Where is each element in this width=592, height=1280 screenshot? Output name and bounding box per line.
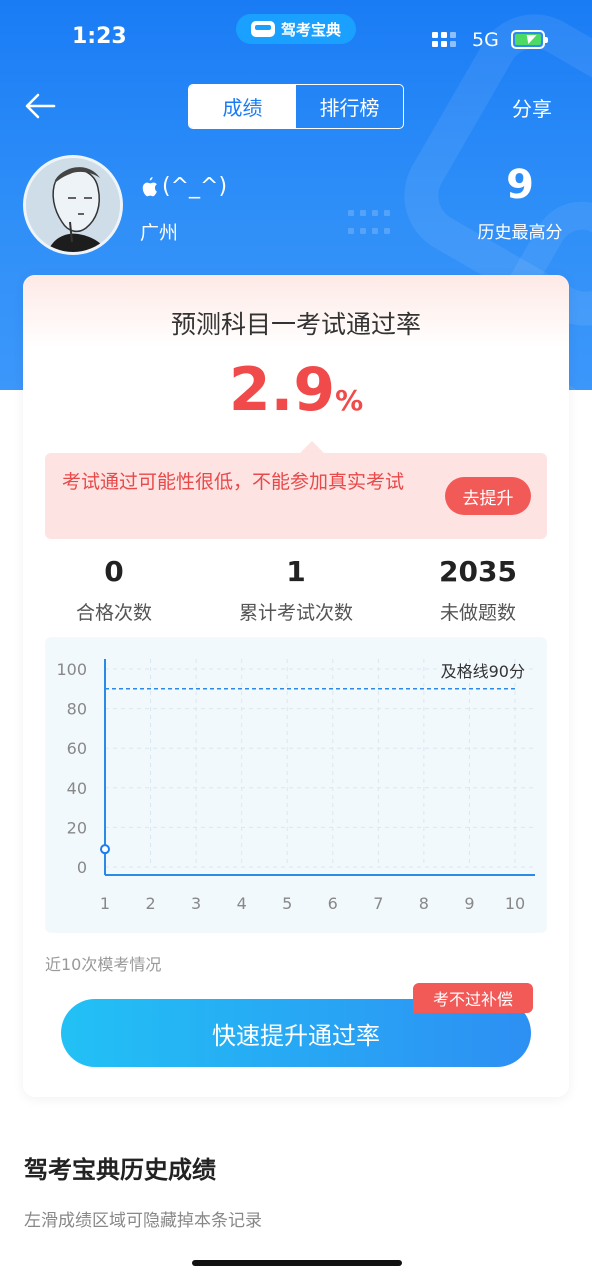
- x-tick-label: 7: [373, 894, 383, 913]
- decorative-dots: [348, 210, 408, 240]
- history-title: 驾考宝典历史成绩: [24, 1156, 216, 1184]
- best-score-label: 历史最高分: [477, 223, 563, 243]
- app-name: 驾考宝典: [280, 20, 341, 39]
- app-indicator-pill[interactable]: 驾考宝典: [236, 14, 356, 44]
- stat-value: 1: [286, 555, 306, 588]
- battery-icon: [511, 30, 548, 49]
- stat-exam-count: 1 累计考试次数: [205, 555, 387, 625]
- stats-row: 0 合格次数 1 累计考试次数 2035 未做题数: [23, 555, 569, 635]
- score-chart: 0 20 40 60 80 100 1 2 3 4 5 6 7 8 9 10 及格线90分: [45, 637, 547, 933]
- score-chart-svg: 0 20 40 60 80 100 1 2 3 4 5 6 7 8 9 10 及格线90分: [56, 659, 535, 913]
- tab-switcher: 成绩 排行榜: [188, 84, 404, 129]
- warning-box: 考试通过可能性很低，不能参加真实考试 去提升: [45, 441, 547, 539]
- stat-value: 2035: [439, 555, 517, 588]
- tab-leaderboard[interactable]: 排行榜: [296, 85, 403, 128]
- x-tick-label: 8: [419, 894, 429, 913]
- x-tick-label: 1: [100, 894, 110, 913]
- home-indicator: [192, 1260, 402, 1266]
- best-score-value: 9: [506, 162, 534, 208]
- stat-value: 0: [104, 555, 124, 588]
- network-label: 5G: [472, 29, 499, 51]
- x-tick-label: 5: [282, 894, 292, 913]
- pass-rate: 2.9%: [23, 355, 569, 425]
- x-tick-label: 3: [191, 894, 201, 913]
- stat-unanswered-count: 2035 未做题数: [387, 555, 569, 625]
- car-icon: [250, 21, 275, 37]
- x-tick-label: 6: [328, 894, 338, 913]
- pass-rate-value: 2.9: [228, 355, 336, 425]
- y-tick-label: 100: [56, 660, 87, 679]
- card-title: 预测科目一考试通过率: [170, 310, 421, 339]
- user-city: 广州: [140, 222, 179, 244]
- tab-scores[interactable]: 成绩: [189, 85, 296, 128]
- share-button[interactable]: 分享: [512, 93, 552, 122]
- stat-pass-count: 0 合格次数: [23, 555, 205, 625]
- back-arrow-icon[interactable]: [24, 92, 56, 120]
- x-tick-label: 10: [505, 894, 525, 913]
- compensation-badge: 考不过补偿: [413, 983, 533, 1013]
- data-point: [100, 844, 110, 855]
- y-tick-label: 0: [77, 858, 87, 877]
- username: (^_^): [140, 174, 227, 199]
- history-subtitle: 左滑成绩区域可隐藏掉本条记录: [24, 1211, 262, 1231]
- pass-line-label: 及格线90分: [441, 662, 525, 681]
- y-tick-label: 60: [67, 739, 87, 758]
- x-tick-label: 4: [237, 894, 247, 913]
- x-tick-label: 9: [464, 894, 474, 913]
- pass-rate-unit: %: [335, 384, 364, 417]
- signal-icon: [432, 32, 456, 47]
- stat-label: 累计考试次数: [238, 602, 353, 624]
- stat-label: 合格次数: [75, 602, 152, 624]
- x-tick-label: 2: [145, 894, 155, 913]
- apple-icon: [142, 176, 157, 196]
- status-time: 1:23: [72, 24, 127, 49]
- avatar[interactable]: [23, 155, 123, 255]
- y-tick-label: 80: [67, 700, 87, 719]
- improve-button[interactable]: 去提升: [445, 477, 531, 515]
- y-tick-label: 20: [67, 818, 87, 837]
- chart-caption: 近10次模考情况: [45, 955, 162, 974]
- prediction-card: 预测科目一考试通过率 2.9% 考试通过可能性很低，不能参加真实考试 去提升 0…: [23, 275, 569, 1097]
- stat-label: 未做题数: [439, 602, 516, 624]
- y-tick-label: 40: [67, 779, 87, 798]
- username-text: (^_^): [162, 174, 228, 199]
- warning-text: 考试通过可能性很低，不能参加真实考试: [62, 471, 405, 493]
